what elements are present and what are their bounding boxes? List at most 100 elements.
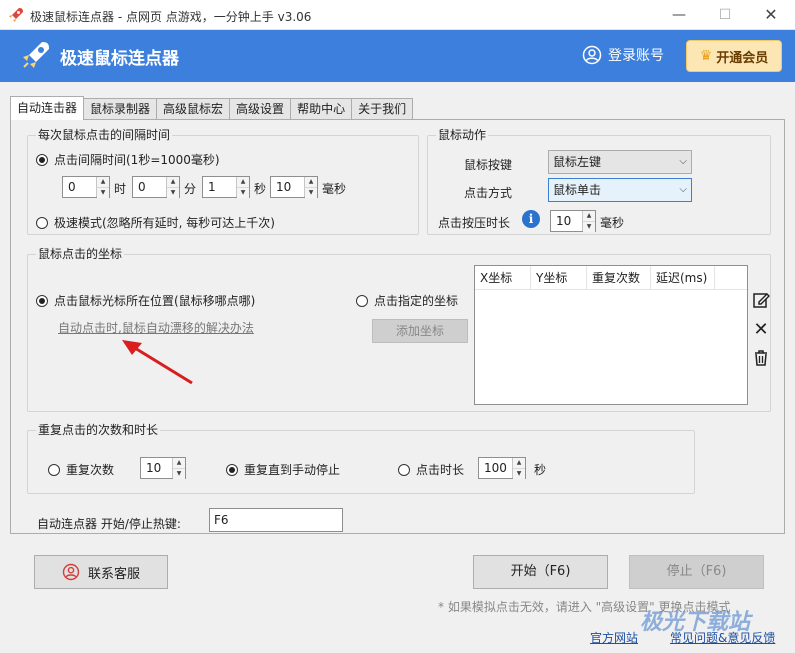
app-brand: 极速鼠标连点器 (60, 49, 179, 69)
user-icon (582, 45, 602, 65)
minutes-unit: 分 (184, 182, 197, 196)
press-duration-stepper[interactable]: 10 ▲ ▼ (550, 210, 596, 232)
tab-auto-clicker[interactable]: 自动连击器 (10, 96, 85, 120)
interval-mode-label: 点击间隔时间(1秒=1000毫秒) (54, 153, 220, 167)
coordinates-group-title: 鼠标点击的坐标 (36, 247, 125, 261)
spin-down-icon[interactable]: ▼ (583, 221, 595, 232)
start-button[interactable]: 开始（F6) (473, 555, 608, 589)
spin-down-icon[interactable]: ▼ (173, 468, 185, 479)
coordinates-group: 鼠标点击的坐标 点击鼠标光标所在位置(鼠标移哪点哪) 自动点击时,鼠标自动漂移的… (27, 247, 771, 412)
trash-icon[interactable] (752, 349, 770, 367)
repeat-count-radio[interactable]: 重复次数 (48, 461, 114, 478)
repeat-until-stop-label: 重复直到手动停止 (244, 463, 341, 477)
red-arrow-annotation (122, 340, 193, 385)
repeat-count-stepper[interactable]: 10 ▲ ▼ (140, 457, 186, 479)
spin-up-icon[interactable]: ▲ (167, 177, 179, 187)
maximize-button[interactable]: ☐ (702, 0, 748, 30)
fast-mode-radio[interactable]: 极速模式(忽略所有延时, 每秒可达上千次) (36, 214, 275, 231)
spin-down-icon[interactable]: ▼ (237, 187, 249, 198)
milliseconds-stepper[interactable]: 10 ▲ ▼ (270, 176, 318, 198)
repeat-until-stop-radio[interactable]: 重复直到手动停止 (226, 461, 340, 478)
click-duration-value: 100 (484, 461, 507, 475)
interval-mode-radio[interactable]: 点击间隔时间(1秒=1000毫秒) (36, 151, 220, 168)
seconds-stepper[interactable]: 1 ▲ ▼ (202, 176, 250, 198)
spin-down-icon[interactable]: ▼ (513, 468, 525, 479)
official-site-link[interactable]: 官方网站 (590, 629, 638, 646)
mouse-action-group: 鼠标动作 鼠标按键 鼠标左键 ⌵ 点击方式 鼠标单击 ⌵ 点击按压时长 i 10… (427, 128, 771, 235)
window-title: 极速鼠标连点器 - 点网页 点游戏，一分钟上手 v3.06 (30, 10, 312, 24)
minimize-button[interactable]: — (656, 0, 702, 30)
click-duration-stepper[interactable]: 100 ▲ ▼ (478, 457, 526, 479)
login-label: 登录账号 (608, 48, 664, 64)
tab-help-center[interactable]: 帮助中心 (290, 98, 353, 120)
close-button[interactable]: ✕ (748, 0, 794, 30)
hotkey-value: F6 (214, 513, 229, 527)
hours-stepper[interactable]: 0 ▲ ▼ (62, 176, 110, 198)
spin-up-icon[interactable]: ▲ (305, 177, 317, 187)
click-method-value: 鼠标单击 (553, 183, 602, 197)
contact-support-label: 联系客服 (87, 566, 140, 582)
click-method-select[interactable]: 鼠标单击 ⌵ (548, 178, 692, 202)
mouse-button-select[interactable]: 鼠标左键 ⌵ (548, 150, 692, 174)
click-duration-unit: 秒 (534, 463, 547, 477)
spin-down-icon[interactable]: ▼ (305, 187, 317, 198)
contact-support-button[interactable]: 联系客服 (34, 555, 168, 589)
tab-advanced-settings[interactable]: 高级设置 (229, 98, 292, 120)
spin-up-icon[interactable]: ▲ (173, 458, 185, 468)
radio-unchecked (356, 294, 368, 307)
cursor-position-radio[interactable]: 点击鼠标光标所在位置(鼠标移哪点哪) (36, 292, 255, 309)
cursor-position-label: 点击鼠标光标所在位置(鼠标移哪点哪) (54, 294, 256, 308)
specified-coords-radio[interactable]: 点击指定的坐标 (356, 292, 458, 309)
rocket-logo-icon (23, 42, 49, 68)
spin-up-icon[interactable]: ▲ (583, 211, 595, 221)
milliseconds-value: 10 (276, 180, 292, 194)
tab-about-us[interactable]: 关于我们 (351, 98, 414, 120)
mouse-button-value: 鼠标左键 (553, 155, 602, 169)
tab-advanced-macro[interactable]: 高级鼠标宏 (156, 98, 231, 120)
vip-button[interactable]: ♛ 开通会员 (686, 40, 782, 72)
rocket-icon (9, 8, 23, 22)
press-duration-unit: 毫秒 (600, 216, 625, 230)
repeat-group: 重复点击的次数和时长 重复次数 10 ▲ ▼ 重复直到手动停止 点击时长 100 … (27, 423, 695, 494)
column-repeat[interactable]: 重复次数 (587, 266, 651, 289)
spin-down-icon[interactable]: ▼ (167, 187, 179, 198)
column-y[interactable]: Y坐标 (531, 266, 587, 289)
spin-up-icon[interactable]: ▲ (513, 458, 525, 468)
hotkey-label: 自动连点器 开始/停止热键: (37, 517, 181, 531)
hours-value: 0 (68, 180, 76, 194)
tab-mouse-recorder[interactable]: 鼠标录制器 (83, 98, 158, 120)
chevron-down-icon: ⌵ (679, 156, 687, 167)
press-duration-label: 点击按压时长 (438, 216, 511, 230)
click-duration-radio[interactable]: 点击时长 (398, 461, 464, 478)
repeat-group-title: 重复点击的次数和时长 (36, 423, 161, 437)
add-coordinate-button[interactable]: 添加坐标 (372, 319, 468, 343)
coordinates-table[interactable]: X坐标 Y坐标 重复次数 延迟(ms) (474, 265, 748, 405)
fast-mode-label: 极速模式(忽略所有延时, 每秒可达上千次) (54, 216, 275, 230)
radio-unchecked (48, 463, 60, 476)
info-icon[interactable]: i (522, 210, 540, 228)
chevron-down-icon: ⌵ (679, 184, 687, 195)
crown-icon: ♛ (699, 48, 713, 64)
user-icon (62, 563, 80, 581)
spin-up-icon[interactable]: ▲ (97, 177, 109, 187)
login-button[interactable]: 登录账号 (582, 45, 664, 65)
minutes-stepper[interactable]: 0 ▲ ▼ (132, 176, 180, 198)
radio-unchecked (398, 463, 410, 476)
faq-feedback-link[interactable]: 常见问题&意见反馈 (670, 629, 775, 646)
specified-coords-label: 点击指定的坐标 (374, 294, 459, 308)
column-delay[interactable]: 延迟(ms) (651, 266, 715, 289)
click-method-label: 点击方式 (464, 186, 513, 200)
minutes-value: 0 (138, 180, 146, 194)
radio-unchecked (36, 216, 48, 229)
edit-icon[interactable] (752, 291, 770, 309)
radio-checked (36, 294, 48, 307)
radio-checked (36, 153, 48, 166)
spin-down-icon[interactable]: ▼ (97, 187, 109, 198)
stop-button[interactable]: 停止（F6) (629, 555, 764, 589)
delete-x-icon[interactable]: ✕ (752, 321, 770, 339)
spin-up-icon[interactable]: ▲ (237, 177, 249, 187)
column-x[interactable]: X坐标 (475, 266, 531, 289)
table-header: X坐标 Y坐标 重复次数 延迟(ms) (475, 266, 747, 290)
hotkey-input[interactable]: F6 (209, 508, 343, 532)
drift-solution-link[interactable]: 自动点击时,鼠标自动漂移的解决办法 (58, 319, 254, 336)
